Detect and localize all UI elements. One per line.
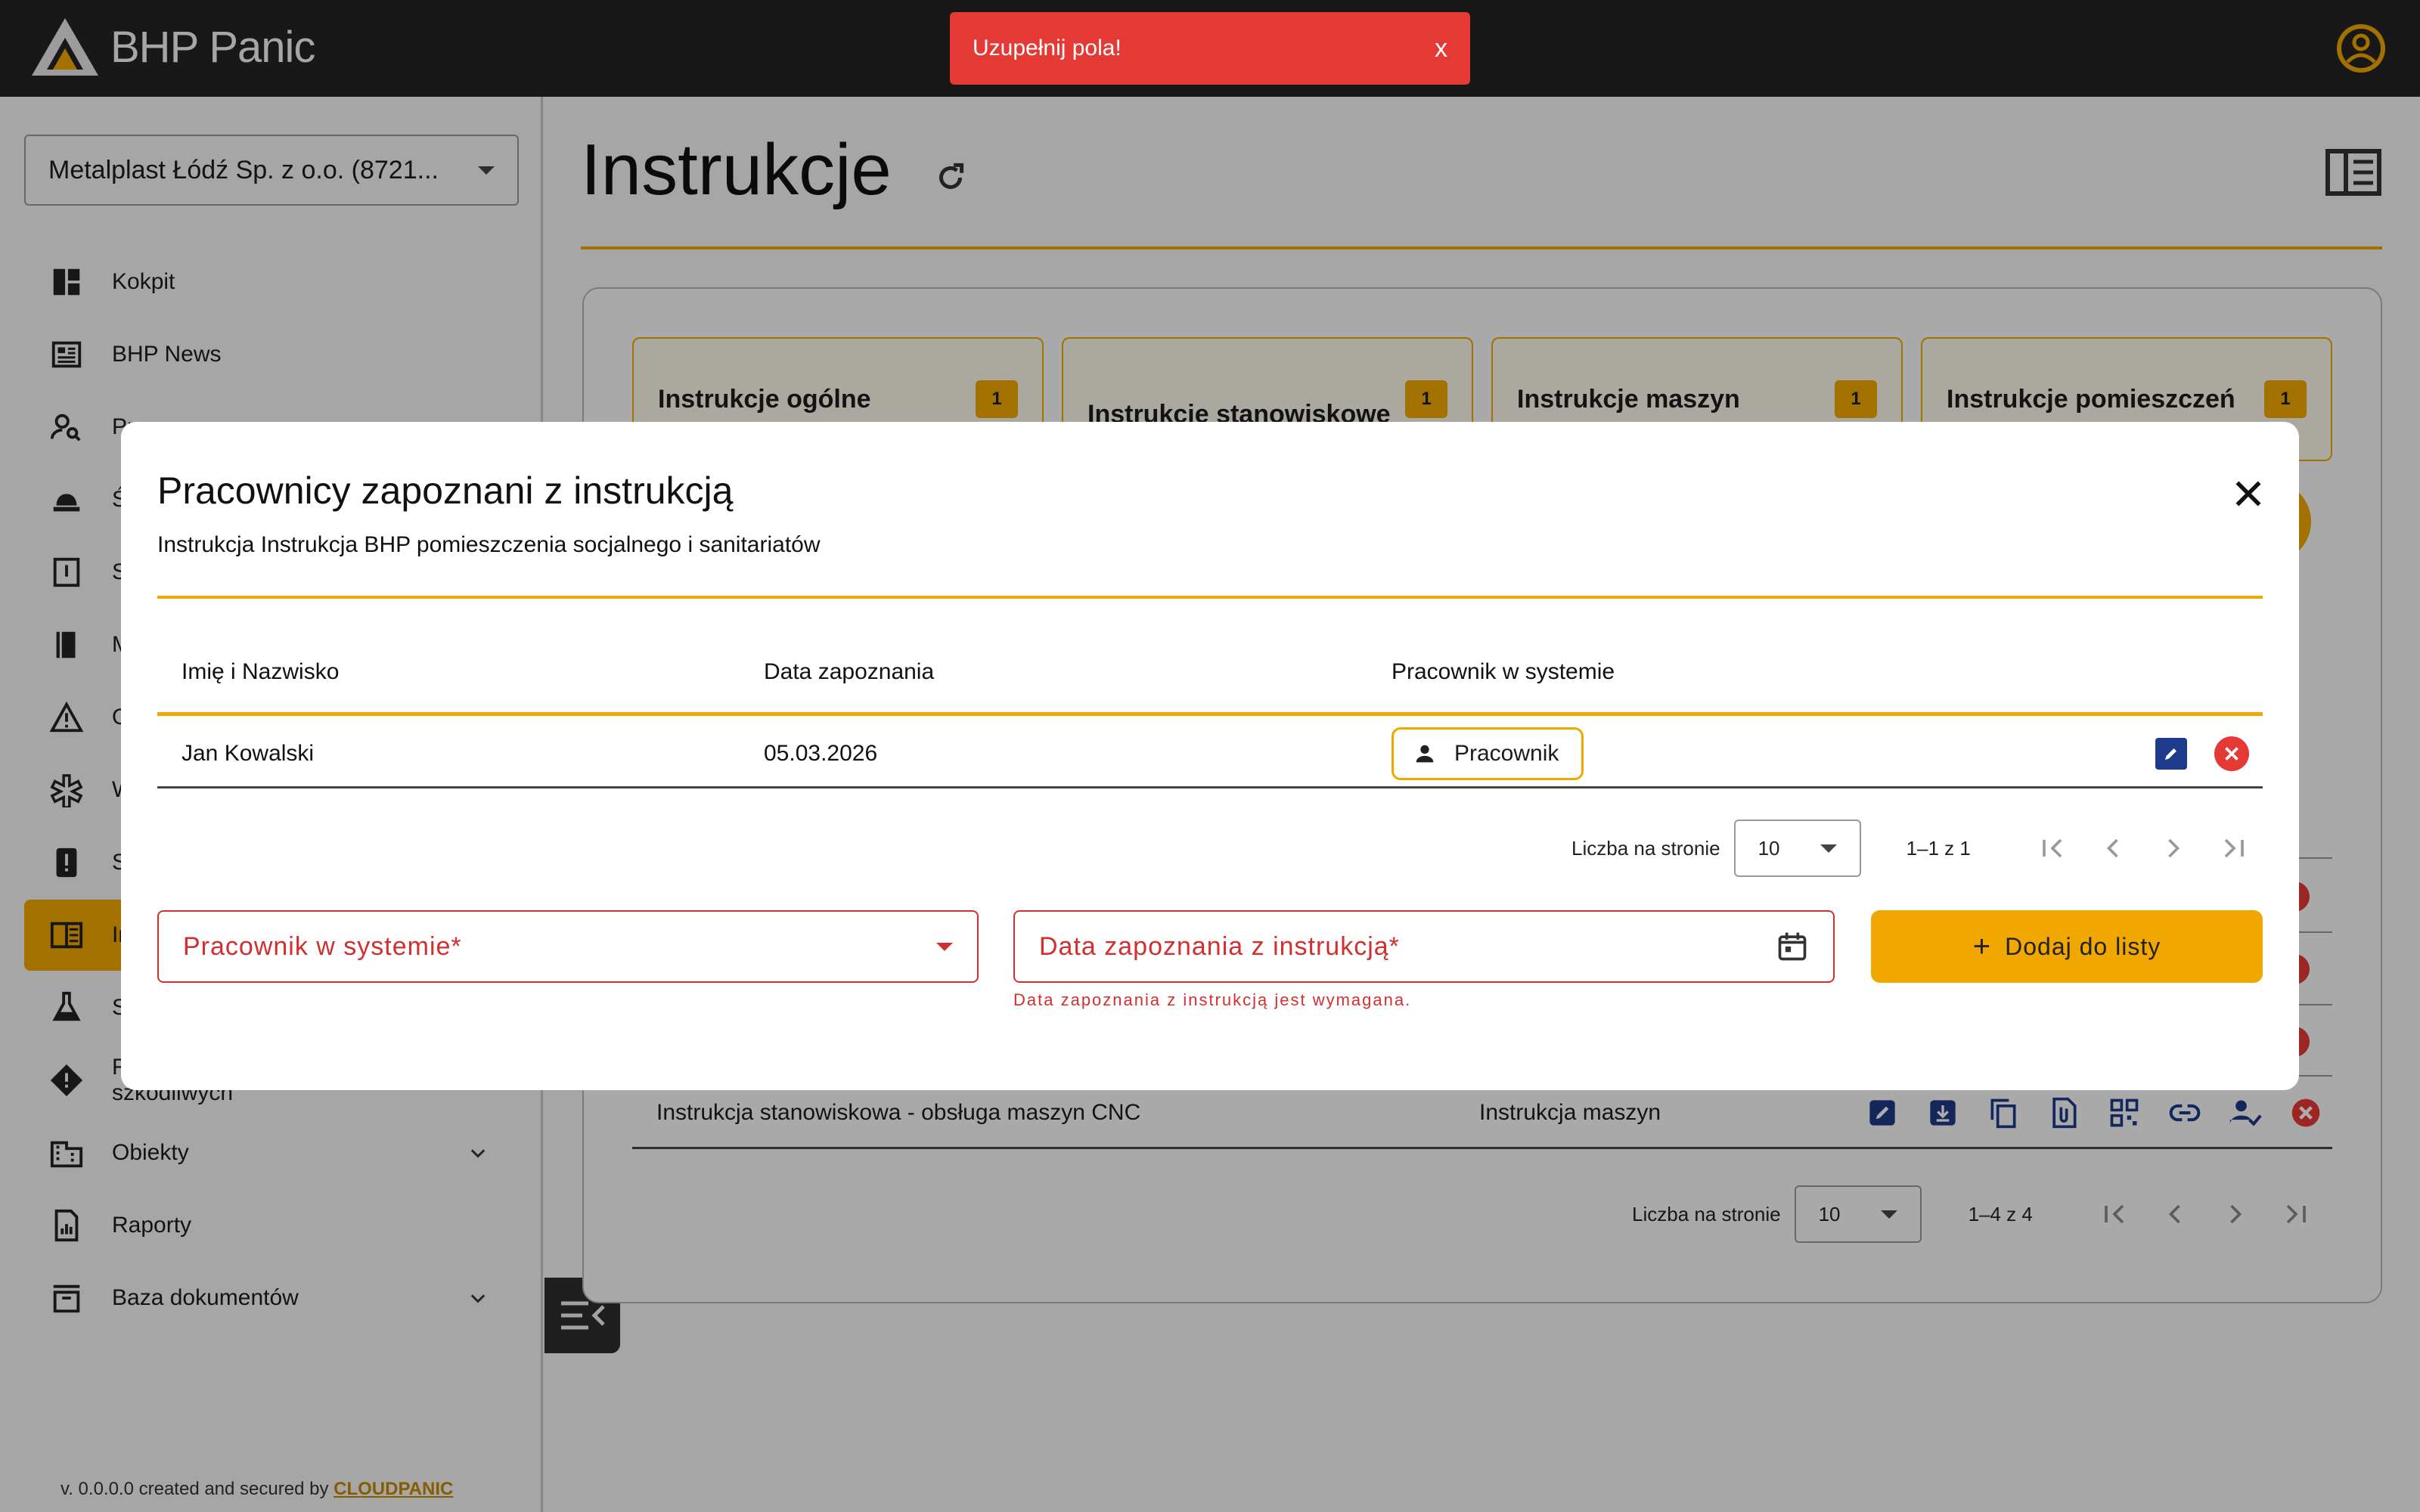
dialog-title: Pracownicy zapoznani z instrukcją — [157, 469, 734, 512]
acknowledgement-date: 05.03.2026 — [764, 741, 878, 766]
first-page-icon[interactable] — [2036, 832, 2069, 865]
row-divider — [157, 786, 2263, 789]
employee-name: Jan Kowalski — [182, 741, 315, 766]
add-to-list-button[interactable]: + Dodaj do listy — [1871, 910, 2263, 983]
caret-down-icon — [936, 942, 953, 951]
column-header-employee[interactable]: Pracownik w systemie — [1392, 659, 1615, 685]
last-page-icon[interactable] — [2217, 832, 2251, 865]
plus-icon: + — [1972, 929, 1992, 963]
date-field[interactable]: Data zapoznania z instrukcją* — [1013, 910, 1835, 983]
dialog-divider — [157, 596, 2263, 599]
page-range: 1–1 z 1 — [1906, 836, 1971, 860]
employees-dialog: Pracownicy zapoznani z instrukcją Instru… — [121, 422, 2299, 1090]
date-field-placeholder: Data zapoznania z instrukcją* — [1039, 931, 1400, 961]
snackbar-close-button[interactable]: x — [1435, 34, 1447, 64]
person-icon — [1416, 745, 1434, 763]
error-snackbar: Uzupełnij pola! x — [950, 12, 1470, 85]
next-page-icon[interactable] — [2157, 832, 2190, 865]
prev-page-icon[interactable] — [2096, 832, 2130, 865]
page-size-label: Liczba na stronie — [1571, 836, 1720, 860]
employee-select-placeholder: Pracownik w systemie* — [183, 931, 462, 961]
header-divider — [157, 712, 2263, 716]
edit-icon[interactable] — [2155, 738, 2187, 770]
page-size-select[interactable]: 10 — [1733, 820, 1861, 877]
snackbar-message: Uzupełnij pola! — [973, 36, 1122, 60]
page-size-value: 10 — [1758, 836, 1780, 860]
delete-icon[interactable] — [2214, 736, 2249, 771]
employee-select[interactable]: Pracownik w systemie* — [157, 910, 979, 983]
dialog-subtitle: Instrukcja Instrukcja BHP pomieszczenia … — [157, 532, 821, 557]
date-error-message: Data zapoznania z instrukcją jest wymaga… — [1013, 990, 1412, 1009]
page-navigation — [2036, 832, 2251, 865]
column-header-date[interactable]: Data zapoznania — [764, 659, 934, 685]
calendar-icon[interactable] — [1776, 930, 1809, 963]
column-header-name[interactable]: Imię i Nazwisko — [182, 659, 339, 685]
caret-down-icon — [1820, 844, 1837, 853]
chip-label: Pracownik — [1454, 741, 1559, 766]
employee-chip[interactable]: Pracownik — [1392, 727, 1584, 780]
add-to-list-label: Dodaj do listy — [2005, 932, 2161, 960]
close-icon[interactable] — [2229, 475, 2267, 513]
dialog-pagination: Liczba na stronie 10 1–1 z 1 — [1571, 820, 2251, 877]
